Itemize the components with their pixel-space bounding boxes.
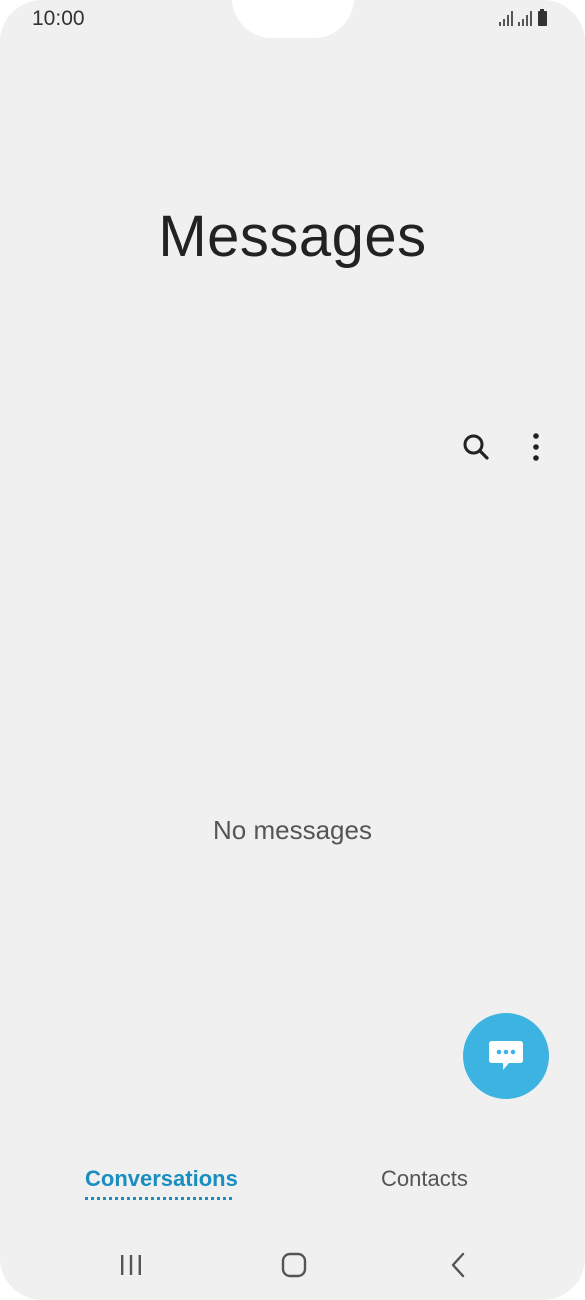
- camera-notch: [232, 0, 354, 38]
- battery-icon: [538, 9, 547, 26]
- recents-button[interactable]: [108, 1244, 154, 1286]
- page-title: Messages: [158, 204, 427, 269]
- status-time: 10:00: [32, 7, 85, 30]
- back-button[interactable]: [436, 1244, 482, 1286]
- back-icon: [451, 1252, 465, 1278]
- empty-state-text: No messages: [213, 815, 372, 845]
- more-options-icon: [533, 433, 539, 461]
- phone-screen: 10:00 Messages No messages Conversations…: [0, 0, 585, 1300]
- home-button[interactable]: [271, 1244, 317, 1286]
- signal-icon: [499, 11, 513, 26]
- home-icon: [281, 1252, 307, 1278]
- status-icons: [499, 9, 555, 27]
- compose-message-icon: [489, 1041, 523, 1070]
- tab-conversations[interactable]: Conversations: [85, 1166, 238, 1192]
- tab-selected-indicator: [85, 1197, 232, 1200]
- tab-contacts[interactable]: Contacts: [381, 1166, 468, 1192]
- search-icon: [463, 434, 489, 460]
- signal-icon: [518, 11, 532, 26]
- recents-icon: [121, 1255, 141, 1275]
- compose-message-button[interactable]: [463, 1013, 549, 1099]
- more-options-button[interactable]: [513, 424, 559, 470]
- search-button[interactable]: [453, 424, 499, 470]
